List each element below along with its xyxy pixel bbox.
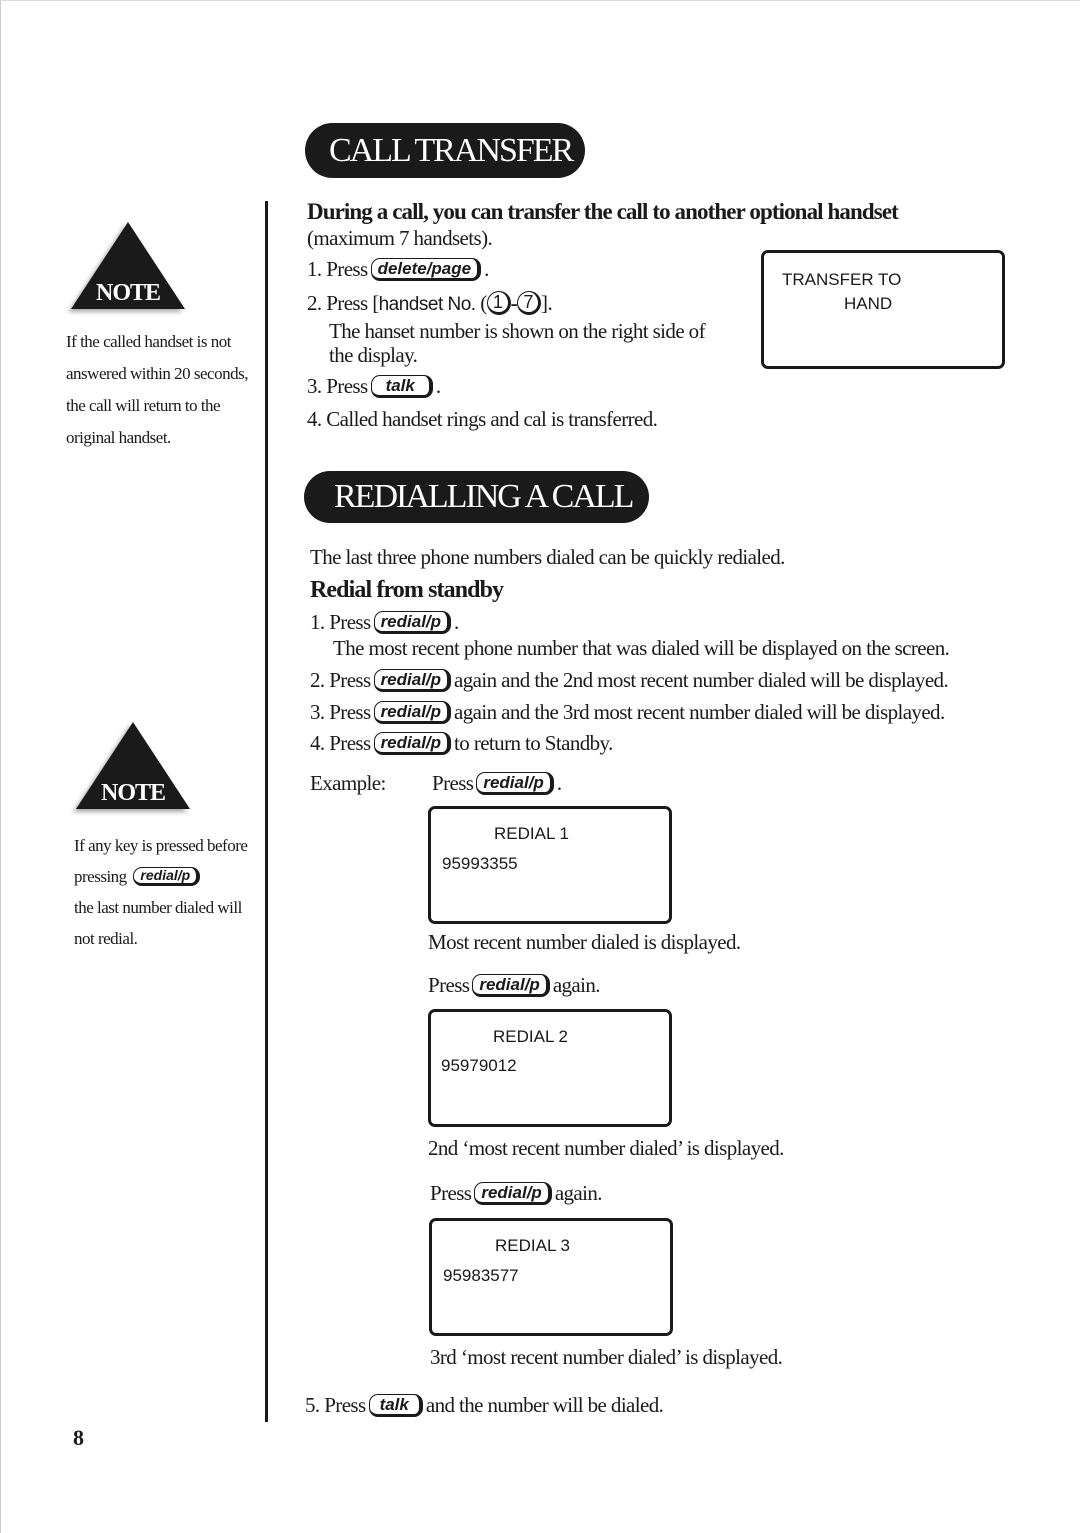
step-text: again. (552, 973, 601, 997)
step-text: . (435, 374, 441, 398)
redial-subheading: Redial from standby (310, 577, 504, 603)
step-number: 2. (310, 668, 325, 692)
step-text: Press (326, 374, 368, 398)
manual-page: CALL TRANSFER During a call, you can tra… (0, 0, 1080, 1533)
step-text: Press (326, 257, 368, 281)
display-caption: Most recent number dialed is displayed. (428, 930, 741, 954)
step-text: again. (554, 1181, 603, 1205)
step-text: . (454, 610, 459, 634)
note-label: NOTE (101, 780, 166, 806)
note2-line: not redial. (74, 929, 138, 948)
redial-intro: The last three phone numbers dialed can … (310, 545, 785, 569)
note-label: NOTE (96, 280, 161, 306)
redial-key: redial/p (474, 1182, 552, 1205)
column-divider (265, 201, 268, 1422)
display-number: 95979012 (441, 1056, 517, 1075)
step-text: Press (430, 1181, 472, 1205)
talk-key: talk (370, 375, 433, 398)
note2-line: the last number dialed will (74, 898, 242, 917)
step-text: again and the 3rd most recent number dia… (454, 700, 945, 724)
display-line: HAND (844, 294, 893, 313)
redial-key: redial/p (133, 867, 201, 886)
step-text: . (484, 257, 489, 281)
step-text: again and the 2nd most recent number dia… (454, 668, 949, 692)
note1-line: answered within 20 seconds, (66, 364, 248, 383)
transfer-step-2: 2. Press [handset No. (1-7]. (307, 291, 553, 315)
display-number: 95993355 (442, 854, 518, 873)
example-label: Example: (310, 771, 386, 795)
step-text: Press (326, 291, 368, 315)
call-transfer-heading: CALL TRANSFER (305, 123, 585, 178)
display-title: REDIAL 3 (495, 1236, 570, 1255)
display-caption: 2nd ‘most recent number dialed’ is displ… (428, 1136, 784, 1160)
redial-key: redial/p (476, 772, 554, 795)
step-number: 5. (305, 1393, 320, 1417)
step-text: and the number will be dialed. (425, 1393, 664, 1417)
step-text: Press (428, 973, 470, 997)
step-number: 4. (310, 731, 325, 755)
note1-line: If the called handset is not (66, 332, 231, 351)
display-number: 95983577 (443, 1266, 519, 1285)
step-number: 2. (307, 291, 322, 315)
note2-line: pressing redial/p (74, 867, 203, 887)
display-caption: 3rd ‘most recent number dialed’ is displ… (430, 1345, 783, 1369)
transfer-display: TRANSFER TO HAND (761, 250, 1005, 369)
redial-key: redial/p (373, 701, 452, 724)
example-press: Press redial/p. (432, 771, 562, 795)
redialling-heading: REDIALLING A CALL (304, 471, 649, 523)
redial-key: redial/p (373, 611, 452, 634)
key-7: 7 (517, 291, 542, 315)
step-text: Press (329, 700, 371, 724)
redial-step-1: 1. Press redial/p. (310, 610, 459, 634)
step-text: Press (329, 668, 371, 692)
display-title: REDIAL 1 (494, 824, 569, 843)
note2-line: If any key is pressed before (74, 836, 248, 855)
redial-key: redial/p (472, 974, 550, 997)
step-number: 3. (307, 374, 322, 398)
press-again: Press redial/p again. (428, 973, 601, 997)
step-text: Press (324, 1393, 366, 1417)
transfer-step-2-desc-1: The hanset number is shown on the right … (329, 319, 706, 343)
note1-line: the call will return to the (66, 396, 221, 415)
step-text: to return to Standby. (454, 731, 613, 755)
redial-step-2: 2. Press redial/p again and the 2nd most r… (310, 668, 949, 692)
page-number: 8 (73, 1425, 84, 1450)
step-text: . (547, 291, 553, 315)
redial-step-1-desc: The most recent phone number that was di… (333, 636, 950, 660)
redial-display-3: REDIAL 3 95983577 (429, 1218, 673, 1336)
step-text: Press (329, 731, 371, 755)
transfer-step-3: 3. Press talk. (307, 374, 441, 398)
step-text: Press (432, 771, 474, 795)
call-transfer-intro: During a call, you can transfer the call… (307, 199, 899, 224)
transfer-step-2-desc-2: the display. (329, 343, 418, 367)
display-line: TRANSFER TO (782, 270, 902, 289)
redial-step-3: 3. Press redial/p again and the 3rd most r… (310, 700, 945, 724)
redial-display-1: REDIAL 1 95993355 (428, 806, 672, 924)
transfer-step-1: 1. Press delete/page. (307, 257, 489, 281)
note-text: pressing (74, 867, 127, 886)
key-1: 1 (486, 291, 511, 315)
step-number: 3. (310, 700, 325, 724)
display-title: REDIAL 2 (493, 1027, 568, 1046)
step-number: 1. (310, 610, 325, 634)
step-text: Press (329, 610, 371, 634)
call-transfer-intro-sub: (maximum 7 handsets). (307, 226, 493, 250)
step-number: 4. (307, 407, 322, 431)
step-text: Called handset rings and cal is transfer… (326, 407, 658, 431)
handset-no-label: handset No. (378, 294, 476, 315)
step-number: 1. (307, 257, 322, 281)
talk-key: talk (368, 1394, 423, 1417)
press-again: Press redial/p again. (430, 1181, 603, 1205)
redial-display-2: REDIAL 2 95979012 (428, 1009, 672, 1127)
note1-line: original handset. (66, 428, 171, 447)
delete-page-key: delete/page (370, 258, 482, 281)
redial-key: redial/p (373, 732, 452, 755)
redial-key: redial/p (373, 669, 452, 692)
transfer-step-4: 4. Called handset rings and cal is trans… (307, 407, 658, 431)
redial-step-4: 4. Press redial/p to return to Standby. (310, 731, 613, 755)
redial-step-5: 5. Press talk and the number will be diale… (305, 1393, 664, 1417)
